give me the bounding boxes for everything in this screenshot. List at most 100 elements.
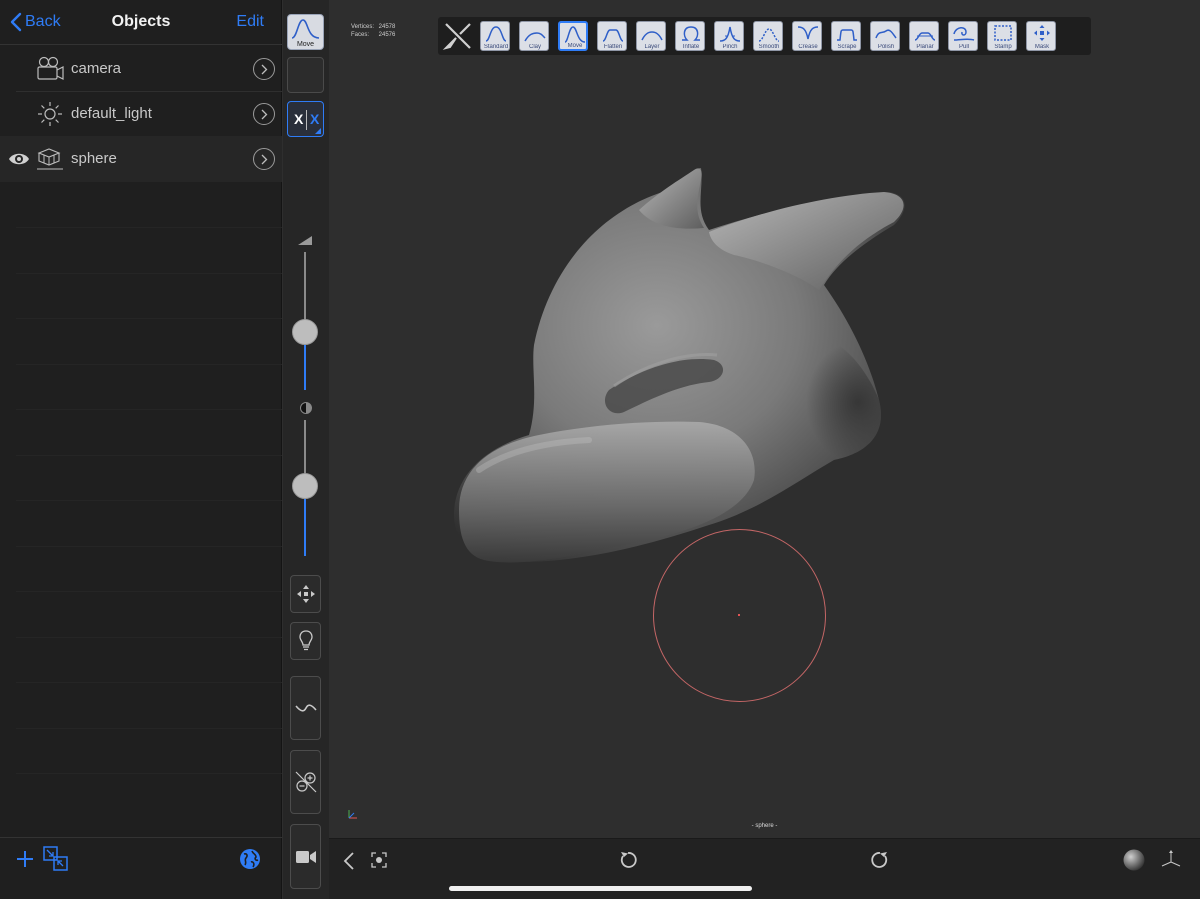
vertices-label: Vertices: [351,24,375,30]
stamp-brush-icon [994,25,1012,41]
globe-icon[interactable] [239,848,261,870]
brush-label: Pull [958,44,969,50]
brush-mask[interactable]: Mask [1026,21,1056,51]
brush-pull[interactable]: Pull [948,21,978,51]
add-remove-icon [295,771,316,793]
sun-icon [38,102,62,126]
move-brush-icon [564,26,586,43]
object-detail-button[interactable] [253,58,275,80]
navigation-bar: Back Objects Edit [0,0,282,45]
object-row-default-light[interactable]: default_light [0,91,282,137]
scrape-brush-icon [837,29,857,41]
add-object-button[interactable] [14,848,36,870]
vertices-value: 24578 [378,24,396,30]
list-divider [16,637,282,638]
axis-orientation-icon[interactable] [1160,849,1182,871]
radius-slider-knob[interactable] [292,319,318,345]
redo-icon[interactable] [870,850,890,870]
curve-icon [294,704,317,712]
brush-move[interactable]: Move [558,21,588,51]
polish-brush-icon [875,29,897,39]
brush-inflate[interactable]: Inflate [675,21,705,51]
list-divider [16,364,282,365]
axis-gizmo-icon [348,810,357,819]
home-indicator[interactable] [449,886,752,891]
material-sphere-icon[interactable] [1123,849,1145,871]
lightbulb-icon [298,630,313,651]
merge-objects-icon[interactable] [43,846,69,872]
brush-label: Mask [1034,44,1050,50]
object-row-sphere[interactable]: sphere [0,136,282,182]
brush-flatten[interactable]: Flatten [597,21,627,51]
chevron-left-icon[interactable] [343,851,355,871]
faces-value: 24576 [378,32,396,38]
mesh-icon [37,148,63,170]
standard-brush-icon [485,26,507,42]
object-row-camera[interactable]: camera [0,46,282,92]
brush-layer[interactable]: Layer [636,21,666,51]
active-brush-button[interactable]: Move [287,14,324,50]
radius-icon [298,236,312,245]
flatten-brush-icon [602,29,624,42]
layer-brush-icon [641,31,663,41]
app-window: Back Objects Edit camera default_light s… [0,0,1200,899]
brush-label: Clay [528,44,541,50]
sculpted-mesh[interactable] [439,150,959,580]
chevron-right-icon [261,64,268,75]
smooth-brush-icon [758,28,780,42]
object-label: sphere [71,150,117,167]
list-divider [16,273,282,274]
brush-scrape[interactable]: Scrape [831,21,861,51]
brush-stamp[interactable]: Stamp [987,21,1017,51]
brush-label: Standard [483,44,509,50]
intensity-slider-knob[interactable] [292,473,318,499]
brush-planar[interactable]: Planar [909,21,939,51]
selected-object-name: - sphere - [751,823,778,829]
transform-button[interactable] [290,575,321,613]
3d-viewport[interactable]: Vertices: 24578 Faces: 24576 Standard Cl… [329,0,1200,838]
object-detail-button[interactable] [253,103,275,125]
frame-selection-icon[interactable] [371,852,387,868]
brush-label: Stamp [994,44,1012,50]
brush-label: Polish [877,44,895,50]
brush-crease[interactable]: Crease [792,21,822,51]
symmetry-divider [306,110,307,130]
objects-panel: Back Objects Edit camera default_light s… [0,0,282,899]
active-brush-label: Move [296,41,315,48]
brush-standard[interactable]: Standard [480,21,510,51]
corner-triangle-icon [315,128,321,134]
brush-toolbar: Standard Clay Move Flatten Layer Inflate [438,17,1091,55]
object-label: default_light [71,105,152,122]
tool-strip: Move X X [283,0,329,899]
planar-brush-icon [914,32,936,41]
brush-label: Crease [798,44,818,50]
move-arrows-icon [296,585,315,603]
brush-label: Pinch [722,44,738,50]
brush-clay[interactable]: Clay [519,21,549,51]
object-label: camera [71,60,122,77]
close-brushes-icon[interactable] [442,20,474,52]
edit-button[interactable]: Edit [236,13,264,31]
list-divider [16,591,282,592]
stroke-curve-button[interactable] [290,676,321,740]
list-divider [16,682,282,683]
object-detail-button[interactable] [253,148,275,170]
undo-icon[interactable] [618,850,638,870]
topology-button[interactable] [290,750,321,814]
eye-icon[interactable] [8,149,30,169]
brush-smooth[interactable]: Smooth [753,21,783,51]
list-divider [16,728,282,729]
brush-label: Planar [916,44,934,50]
list-divider [16,500,282,501]
lighting-button[interactable] [290,622,321,660]
color-swatch-button[interactable] [287,57,324,93]
intensity-icon [300,402,312,414]
symmetry-toggle[interactable]: X X [287,101,324,137]
brush-pinch[interactable]: Pinch [714,21,744,51]
clay-brush-icon [524,32,546,42]
camera-view-button[interactable] [290,824,321,889]
inflate-brush-icon [682,26,700,41]
list-divider [16,318,282,319]
brush-polish[interactable]: Polish [870,21,900,51]
list-divider [16,455,282,456]
